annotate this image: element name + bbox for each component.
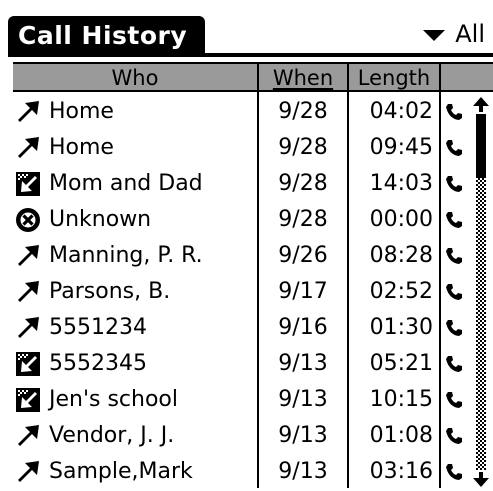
dial-phone-icon[interactable] — [445, 391, 463, 409]
call-row[interactable]: Unknown 9/28 00:00 — [13, 202, 493, 238]
call-length: 03:16 — [369, 459, 433, 484]
outgoing-call-icon — [15, 99, 41, 125]
title-rule — [8, 53, 493, 57]
table-header: Who When Length — [13, 62, 493, 92]
outgoing-call-icon — [15, 279, 41, 305]
caller-name: Home — [49, 99, 114, 124]
call-length: 02:52 — [369, 279, 433, 304]
caller-name: Sample,Mark — [49, 459, 193, 484]
incoming-call-icon — [15, 351, 41, 377]
call-length: 10:15 — [369, 387, 433, 412]
call-date: 9/13 — [278, 351, 328, 376]
outgoing-call-icon — [15, 315, 41, 341]
outgoing-call-icon — [15, 243, 41, 269]
call-length: 09:45 — [369, 135, 433, 160]
dial-phone-icon[interactable] — [445, 211, 463, 229]
scrollbar[interactable] — [472, 96, 490, 488]
call-row[interactable]: Home 9/28 04:02 — [13, 94, 493, 130]
call-length: 01:30 — [369, 315, 433, 340]
caller-name: 5552345 — [49, 351, 147, 376]
column-header-length[interactable]: Length — [349, 64, 439, 92]
dial-phone-icon[interactable] — [445, 355, 463, 373]
call-date: 9/28 — [278, 207, 328, 232]
caller-name: Home — [49, 135, 114, 160]
call-date: 9/28 — [278, 135, 328, 160]
dial-phone-icon[interactable] — [445, 427, 463, 445]
call-row[interactable]: Parsons, B. 9/17 02:52 — [13, 274, 493, 310]
call-history-table: Who When Length Home 9/28 04:02 Home 9/28 09:… — [13, 62, 493, 484]
call-row[interactable]: Jen's school 9/13 10:15 — [13, 382, 493, 418]
call-length: 00:00 — [369, 207, 433, 232]
dial-phone-icon[interactable] — [445, 139, 463, 157]
scroll-down-arrow-icon[interactable] — [472, 472, 490, 488]
incoming-call-icon — [15, 387, 41, 413]
call-list: Home 9/28 04:02 Home 9/28 09:45 Mom and Dad 9/2… — [13, 94, 493, 490]
caller-name: Unknown — [49, 207, 152, 232]
caller-name: Parsons, B. — [49, 279, 171, 304]
call-date: 9/17 — [278, 279, 328, 304]
call-date: 9/13 — [278, 459, 328, 484]
column-header-who[interactable]: Who — [13, 64, 257, 92]
category-picker[interactable]: All — [423, 18, 485, 50]
call-date: 9/28 — [278, 99, 328, 124]
dial-phone-icon[interactable] — [445, 103, 463, 121]
call-length: 05:21 — [369, 351, 433, 376]
outgoing-call-icon — [15, 459, 41, 485]
call-date: 9/26 — [278, 243, 328, 268]
outgoing-call-icon — [15, 135, 41, 161]
column-divider — [347, 92, 349, 488]
caller-name: Mom and Dad — [49, 171, 203, 196]
call-length: 08:28 — [369, 243, 433, 268]
call-date: 9/13 — [278, 387, 328, 412]
call-date: 9/13 — [278, 423, 328, 448]
caller-name: Manning, P. R. — [49, 243, 203, 268]
column-header-when[interactable]: When — [259, 64, 347, 92]
outgoing-call-icon — [15, 423, 41, 449]
column-divider — [439, 64, 441, 92]
call-row[interactable]: 5551234 9/16 01:30 — [13, 310, 493, 346]
title-bar: Call History All — [0, 0, 493, 58]
scroll-thumb[interactable] — [476, 114, 486, 178]
column-divider — [439, 92, 441, 488]
call-row[interactable]: Home 9/28 09:45 — [13, 130, 493, 166]
call-length: 14:03 — [369, 171, 433, 196]
dial-phone-icon[interactable] — [445, 283, 463, 301]
call-row[interactable]: Vendor, J. J. 9/13 01:08 — [13, 418, 493, 454]
caller-name: Jen's school — [49, 387, 179, 412]
app-title[interactable]: Call History — [8, 16, 205, 56]
missed-call-icon — [15, 207, 41, 233]
call-length: 04:02 — [369, 99, 433, 124]
call-row[interactable]: Mom and Dad 9/28 14:03 — [13, 166, 493, 202]
category-picker-label[interactable]: All — [455, 18, 485, 50]
dropdown-triangle-icon[interactable] — [423, 29, 446, 41]
dial-phone-icon[interactable] — [445, 463, 463, 481]
call-length: 01:08 — [369, 423, 433, 448]
call-date: 9/28 — [278, 171, 328, 196]
dial-phone-icon[interactable] — [445, 247, 463, 265]
call-row[interactable]: Manning, P. R. 9/26 08:28 — [13, 238, 493, 274]
column-divider — [257, 92, 259, 488]
call-row[interactable]: Sample,Mark 9/13 03:16 — [13, 454, 493, 490]
dial-phone-icon[interactable] — [445, 319, 463, 337]
call-row[interactable]: 5552345 9/13 05:21 — [13, 346, 493, 382]
incoming-call-icon — [15, 171, 41, 197]
caller-name: Vendor, J. J. — [49, 423, 175, 448]
scroll-track[interactable] — [476, 178, 486, 470]
scroll-up-arrow-icon[interactable] — [472, 96, 490, 112]
call-date: 9/16 — [278, 315, 328, 340]
caller-name: 5551234 — [49, 315, 147, 340]
dial-phone-icon[interactable] — [445, 175, 463, 193]
